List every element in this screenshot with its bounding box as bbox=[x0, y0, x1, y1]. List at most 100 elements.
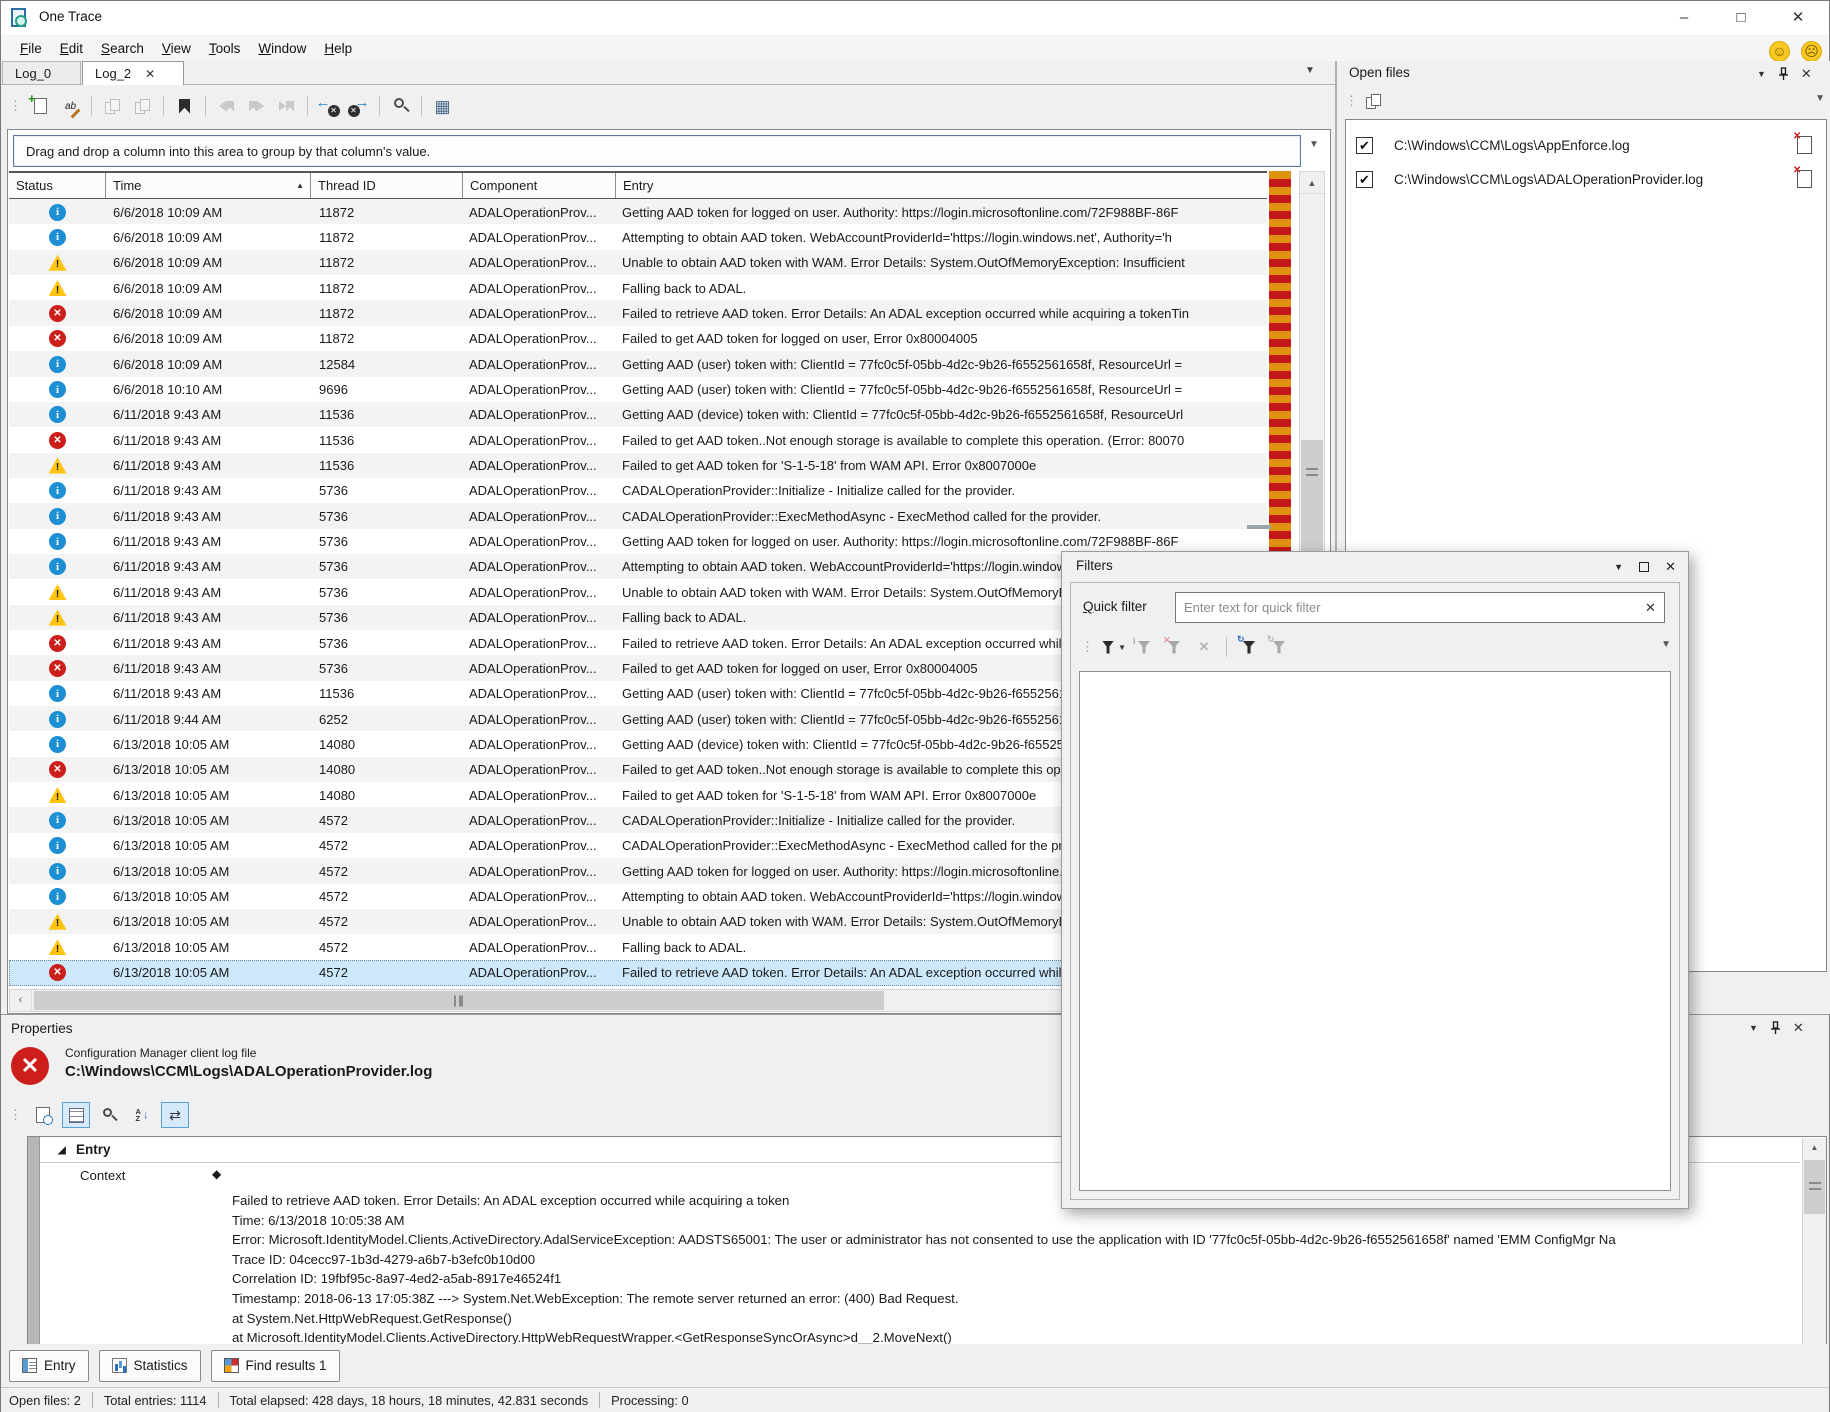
bottom-tab-entry[interactable]: Entry bbox=[9, 1350, 89, 1382]
file-checkbox[interactable]: ✔ bbox=[1356, 137, 1373, 154]
bottom-tab-statistics[interactable]: Statistics bbox=[99, 1350, 201, 1382]
scroll-left-icon[interactable]: ‹ bbox=[10, 990, 32, 1011]
log-row[interactable]: i6/6/2018 10:09 AM11872ADALOperationProv… bbox=[9, 199, 1267, 225]
column-splitter-icon[interactable]: ◆ bbox=[212, 1167, 221, 1181]
maximize-icon[interactable] bbox=[1639, 562, 1649, 572]
previous-bookmark-icon[interactable] bbox=[213, 94, 240, 119]
add-filter-dropdown-icon[interactable]: ▼ bbox=[1102, 635, 1126, 659]
heatmap-band bbox=[1269, 419, 1291, 427]
clear-bookmarks-icon[interactable] bbox=[273, 94, 300, 119]
horizontal-scrollbar-thumb[interactable] bbox=[34, 991, 884, 1010]
quick-filter-input[interactable] bbox=[1175, 592, 1665, 623]
reset-filter-icon[interactable]: ↻ bbox=[1267, 635, 1291, 659]
panel-close-icon[interactable]: ✕ bbox=[1801, 66, 1812, 82]
panel-menu-icon[interactable]: ▼ bbox=[1757, 69, 1766, 79]
next-bookmark-icon[interactable] bbox=[243, 94, 270, 119]
copy-icon[interactable] bbox=[99, 94, 126, 119]
toolbar-grip[interactable]: ⋮ bbox=[9, 98, 20, 114]
log-row[interactable]: !6/6/2018 10:09 AM11872ADALOperationProv… bbox=[9, 250, 1267, 276]
scrollbar-thumb[interactable] bbox=[1804, 1160, 1825, 1214]
menu-edit[interactable]: Edit bbox=[51, 38, 92, 59]
properties-scrollbar[interactable]: ▲ bbox=[1802, 1138, 1826, 1345]
find-view-icon[interactable] bbox=[95, 1102, 123, 1128]
column-header-time[interactable]: Time▲ bbox=[106, 173, 311, 198]
log-heatmap-minimap[interactable] bbox=[1269, 171, 1291, 553]
vertical-scrollbar[interactable]: ▲ bbox=[1299, 171, 1325, 553]
vertical-scrollbar-thumb[interactable] bbox=[1301, 440, 1323, 552]
grid-overflow-icon[interactable]: ▼ bbox=[1309, 139, 1319, 150]
menu-file[interactable]: File bbox=[11, 38, 51, 59]
window-menu-icon[interactable]: ▼ bbox=[1614, 562, 1623, 572]
pin-icon[interactable] bbox=[1778, 67, 1789, 81]
menu-window[interactable]: Window bbox=[249, 38, 315, 59]
clear-filters-icon[interactable]: ✕ bbox=[1192, 635, 1216, 659]
raw-view-icon[interactable]: ⇄ bbox=[161, 1102, 189, 1128]
open-file-row[interactable]: ✔C:\Windows\CCM\Logs\AppEnforce.log bbox=[1346, 128, 1826, 162]
log-row[interactable]: ✕6/6/2018 10:09 AM11872ADALOperationProv… bbox=[9, 300, 1267, 326]
toolbar-overflow-icon[interactable]: ▼ bbox=[1815, 93, 1825, 104]
column-header-status[interactable]: Status bbox=[9, 173, 106, 198]
bottom-tab-find-results-1[interactable]: Find results 1 bbox=[211, 1350, 340, 1382]
maximize-button[interactable]: □ bbox=[1713, 1, 1769, 33]
tab-close-icon[interactable]: ✕ bbox=[145, 67, 155, 81]
open-file-row[interactable]: ✔C:\Windows\CCM\Logs\ADALOperationProvid… bbox=[1346, 162, 1826, 196]
minimize-button[interactable]: – bbox=[1656, 1, 1712, 33]
log-row[interactable]: i6/6/2018 10:10 AM9696ADALOperationProv.… bbox=[9, 377, 1267, 403]
previous-error-icon[interactable]: ←✕ bbox=[315, 94, 342, 119]
category-view-icon[interactable] bbox=[62, 1102, 90, 1128]
log-row[interactable]: i6/11/2018 9:43 AM5736ADALOperationProv.… bbox=[9, 478, 1267, 504]
remove-file-icon[interactable] bbox=[1797, 170, 1812, 188]
column-header-entry[interactable]: Entry bbox=[616, 173, 1267, 198]
bookmark-icon[interactable] bbox=[171, 94, 198, 119]
tab-overflow-icon[interactable]: ▼ bbox=[1305, 65, 1315, 76]
remove-file-icon[interactable] bbox=[1797, 136, 1812, 154]
tab-log-2[interactable]: Log_2 ✕ bbox=[82, 61, 184, 85]
log-row[interactable]: !6/11/2018 9:43 AM11536ADALOperationProv… bbox=[9, 453, 1267, 479]
report-icon[interactable] bbox=[29, 1102, 57, 1128]
log-row[interactable]: !6/6/2018 10:09 AM11872ADALOperationProv… bbox=[9, 275, 1267, 301]
scroll-up-icon[interactable]: ▲ bbox=[1803, 1138, 1826, 1158]
log-row[interactable]: ✕6/6/2018 10:09 AM11872ADALOperationProv… bbox=[9, 326, 1267, 352]
toolbar-grip[interactable]: ⋮ bbox=[9, 1107, 20, 1123]
tab-log-0[interactable]: Log_0 bbox=[2, 61, 81, 85]
column-header-thread-id[interactable]: Thread ID bbox=[311, 173, 463, 198]
collapse-triangle-icon[interactable]: ◢ bbox=[58, 1145, 66, 1156]
file-checkbox[interactable]: ✔ bbox=[1356, 171, 1373, 188]
menu-search[interactable]: Search bbox=[92, 38, 153, 59]
status-item: Processing: 0 bbox=[611, 1393, 689, 1408]
log-row[interactable]: i6/11/2018 9:43 AM5736ADALOperationProv.… bbox=[9, 503, 1267, 529]
column-header-component[interactable]: Component bbox=[463, 173, 616, 198]
toolbar-overflow-icon[interactable]: ▼ bbox=[1661, 639, 1671, 650]
log-tab-strip: Log_0 Log_2 ✕ bbox=[1, 61, 1335, 85]
find-icon[interactable] bbox=[387, 94, 414, 119]
open-file-icon[interactable] bbox=[1366, 94, 1382, 109]
highlight-icon[interactable]: ab bbox=[57, 94, 84, 119]
menu-help[interactable]: Help bbox=[315, 38, 361, 59]
scroll-up-icon[interactable]: ▲ bbox=[1300, 172, 1324, 194]
remove-filter-icon[interactable]: ✕ bbox=[1162, 635, 1186, 659]
toolbar-grip[interactable]: ⋮ bbox=[1345, 93, 1356, 109]
feedback-smile-icon[interactable]: ☺ bbox=[1769, 41, 1790, 62]
menu-tools[interactable]: Tools bbox=[200, 38, 250, 59]
sort-az-icon[interactable]: AZ↓ bbox=[128, 1102, 156, 1128]
log-row[interactable]: i6/11/2018 9:43 AM11536ADALOperationProv… bbox=[9, 402, 1267, 428]
panel-close-icon[interactable]: ✕ bbox=[1793, 1020, 1804, 1036]
menu-view[interactable]: View bbox=[153, 38, 200, 59]
log-row[interactable]: i6/6/2018 10:09 AM11872ADALOperationProv… bbox=[9, 224, 1267, 250]
close-icon[interactable]: ✕ bbox=[1665, 559, 1676, 575]
copy-alt-icon[interactable] bbox=[129, 94, 156, 119]
clear-quick-filter-icon[interactable]: ✕ bbox=[1645, 600, 1656, 616]
panel-menu-icon[interactable]: ▼ bbox=[1749, 1023, 1758, 1033]
group-by-bar[interactable]: Drag and drop a column into this area to… bbox=[13, 135, 1301, 167]
toolbar-grip[interactable]: ⋮ bbox=[1081, 639, 1092, 655]
add-log-icon[interactable]: + bbox=[27, 94, 54, 119]
next-error-icon[interactable]: →✕ bbox=[345, 94, 372, 119]
log-row[interactable]: ✕6/11/2018 9:43 AM11536ADALOperationProv… bbox=[9, 427, 1267, 453]
column-chooser-icon[interactable]: ▦ bbox=[429, 94, 456, 119]
apply-filter-icon[interactable]: ↻ bbox=[1237, 635, 1261, 659]
log-row[interactable]: i6/6/2018 10:09 AM12584ADALOperationProv… bbox=[9, 351, 1267, 377]
close-button[interactable]: ✕ bbox=[1770, 1, 1826, 33]
pin-icon[interactable] bbox=[1770, 1021, 1781, 1035]
feedback-frown-icon[interactable]: ☹ bbox=[1801, 41, 1822, 62]
filter-info-icon[interactable]: i bbox=[1132, 635, 1156, 659]
